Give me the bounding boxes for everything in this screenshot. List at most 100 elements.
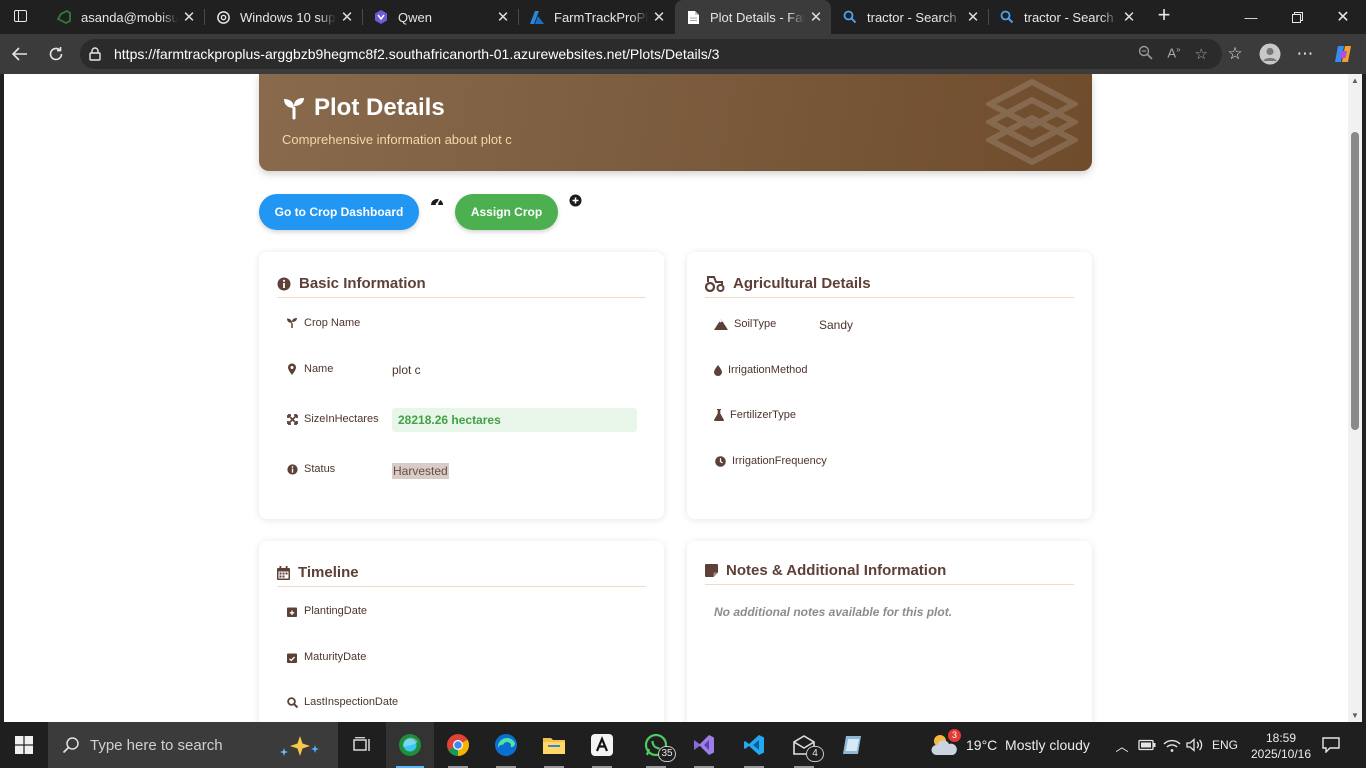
tab-tractor-images[interactable]: tractor - Search Images ✕: [989, 0, 1144, 34]
name-label: Name: [304, 363, 334, 375]
scroll-up-arrow-icon[interactable]: ▲: [1348, 76, 1362, 85]
tab-actions-button[interactable]: [6, 3, 34, 29]
tab-close-icon[interactable]: ✕: [648, 8, 670, 26]
tab-qwen[interactable]: Qwen ✕: [363, 0, 518, 34]
read-aloud-icon[interactable]: A»: [1167, 45, 1180, 64]
card-heading-text: Notes & Additional Information: [726, 562, 947, 579]
card-heading: Agricultural Details: [705, 270, 1074, 298]
search-icon: [999, 9, 1015, 25]
tab-close-icon[interactable]: ✕: [492, 8, 514, 26]
site-info-icon[interactable]: [88, 47, 102, 61]
tab-close-icon[interactable]: ✕: [336, 8, 358, 26]
vscode-icon: [744, 735, 764, 755]
tab-plot-details[interactable]: Plot Details - FarmTrackProPlus ✕: [675, 0, 831, 34]
taskbar-whatsapp[interactable]: 35: [632, 722, 680, 768]
chevron-up-icon: ︿: [1115, 738, 1129, 754]
name-row: Name: [286, 363, 333, 375]
tab-windows-support[interactable]: Windows 10 support ✕: [205, 0, 362, 34]
expand-arrows-icon: [286, 413, 298, 425]
tab-farmtrackproplus[interactable]: FarmTrackProPlus ✕: [519, 0, 674, 34]
edge-dev-icon: [399, 734, 421, 756]
page-title: Plot Details: [282, 94, 445, 122]
taskbar-search-box[interactable]: Type here to search: [48, 722, 338, 768]
new-tab-button[interactable]: +: [1150, 3, 1178, 29]
search-placeholder: Type here to search: [90, 736, 223, 754]
input-language[interactable]: ENG: [1212, 722, 1238, 768]
notes-empty-text: No additional notes available for this p…: [714, 605, 953, 619]
copilot-button[interactable]: [1327, 38, 1359, 70]
tab-asanda[interactable]: asanda@mobisuite ✕: [46, 0, 204, 34]
tab-tractor-search[interactable]: tractor - Search ✕: [832, 0, 988, 34]
zoom-icon[interactable]: [1138, 45, 1153, 64]
taskbar-edge[interactable]: [482, 722, 530, 768]
qwen-icon: [373, 9, 389, 25]
tab-title: Windows 10 support: [240, 9, 336, 25]
address-bar[interactable]: https://farmtrackproplus-arggbzb9hegmc8f…: [80, 39, 1222, 69]
last-inspection-date-row: LastInspectionDate: [286, 696, 398, 708]
favorites-button[interactable]: ☆: [1219, 38, 1251, 70]
card-heading-text: Timeline: [298, 564, 359, 581]
start-button[interactable]: [0, 722, 48, 768]
go-to-crop-dashboard-button[interactable]: Go to Crop Dashboard: [259, 194, 419, 230]
taskbar-app-a[interactable]: [578, 722, 626, 768]
back-button[interactable]: [4, 38, 36, 70]
page-icon: [685, 9, 701, 25]
page-title-text: Plot Details: [314, 94, 445, 121]
tractor-icon: [705, 275, 725, 292]
card-heading: Timeline: [277, 559, 646, 587]
volume-icon[interactable]: [1186, 722, 1204, 768]
taskbar-file-explorer[interactable]: [530, 722, 578, 768]
whatsapp-unread-badge: 35: [658, 746, 676, 762]
agricultural-details-card: Agricultural Details: [687, 252, 1092, 519]
restore-button[interactable]: [1274, 0, 1320, 34]
notifications-button[interactable]: [1322, 722, 1340, 768]
clock-icon: [714, 455, 726, 467]
taskbar-visual-studio[interactable]: [680, 722, 728, 768]
scroll-down-arrow-icon[interactable]: ▼: [1348, 711, 1362, 720]
close-window-button[interactable]: ✕: [1320, 0, 1366, 34]
wifi-icon[interactable]: [1163, 722, 1181, 768]
soil-type-row: SoilType: [714, 318, 776, 330]
tab-close-icon[interactable]: ✕: [178, 8, 200, 26]
browser-toolbar: https://farmtrackproplus-arggbzb9hegmc8f…: [0, 34, 1366, 74]
taskbar-outlook[interactable]: 4: [780, 722, 828, 768]
profile-button[interactable]: [1254, 38, 1286, 70]
fertilizer-type-row: FertilizerType: [714, 409, 796, 421]
minimize-button[interactable]: —: [1228, 0, 1274, 34]
url-text[interactable]: https://farmtrackproplus-arggbzb9hegmc8f…: [114, 46, 719, 62]
scrollbar-thumb[interactable]: [1351, 132, 1359, 430]
tab-title: FarmTrackProPlus: [554, 9, 648, 25]
tab-title: Plot Details - FarmTrackProPlus: [710, 9, 805, 25]
task-view-button[interactable]: [338, 722, 386, 768]
taskbar-vscode[interactable]: [730, 722, 778, 768]
taskbar-chrome[interactable]: [434, 722, 482, 768]
weather-widget[interactable]: 3 19°C Mostly cloudy: [930, 722, 1090, 768]
assign-crop-button[interactable]: Assign Crop: [455, 194, 558, 230]
system-clock[interactable]: 18:59 2025/10/16: [1250, 730, 1312, 762]
tab-close-icon[interactable]: ✕: [962, 8, 984, 26]
calendar-check-icon: [286, 651, 298, 663]
refresh-button[interactable]: [40, 38, 72, 70]
notes-app-icon: [843, 736, 861, 754]
tab-title: asanda@mobisuite: [81, 9, 178, 25]
battery-icon[interactable]: [1138, 722, 1156, 768]
map-pin-icon: [286, 363, 298, 375]
taskbar-edge-dev[interactable]: [386, 722, 434, 768]
favorite-star-icon[interactable]: ☆: [1195, 45, 1208, 64]
tab-close-icon[interactable]: ✕: [805, 8, 827, 26]
seedling-icon: [286, 317, 298, 329]
tab-title: tractor - Search Images: [1024, 9, 1118, 25]
size-value: 28218.26 hectares: [392, 408, 637, 432]
chatgpt-icon: [215, 9, 231, 25]
settings-more-button[interactable]: ⋯: [1289, 38, 1321, 70]
favorites-icon: ☆: [1227, 44, 1243, 63]
show-hidden-icons-button[interactable]: ︿: [1113, 722, 1131, 768]
page-scrollbar[interactable]: ▲ ▼: [1348, 74, 1362, 722]
avatar: [1259, 43, 1281, 65]
irrigation-method-row: IrrigationMethod: [714, 364, 808, 376]
taskbar-note-app[interactable]: [828, 722, 876, 768]
irrigation-frequency-row: IrrigationFrequency: [714, 455, 827, 467]
card-heading-text: Basic Information: [299, 275, 426, 292]
status-label: Status: [304, 463, 336, 475]
tab-close-icon[interactable]: ✕: [1118, 8, 1140, 26]
